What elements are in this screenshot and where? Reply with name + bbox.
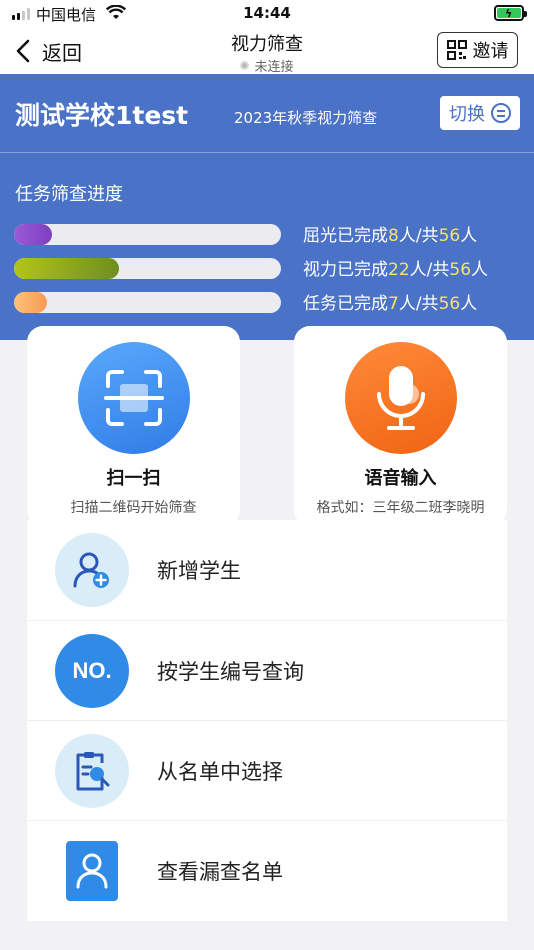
number-badge-text: NO.	[72, 657, 112, 683]
clock: 14:44	[243, 4, 291, 22]
nav-bar: 返回 视力筛查 未连接 邀请	[0, 28, 534, 75]
progress-prefix: 任务已完成	[303, 294, 388, 314]
progress-title: 任务筛查进度	[15, 184, 123, 205]
screening-header: 测试学校1test 2023年秋季视力筛查 切换 任务筛查进度 屈光已完成8人/…	[0, 74, 534, 340]
campaign-name: 2023年秋季视力筛查	[234, 109, 378, 127]
search-by-number-label: 按学生编号查询	[157, 659, 304, 684]
select-from-list-label: 从名单中选择	[157, 759, 283, 784]
divider	[0, 152, 534, 153]
scan-desc: 扫描二维码开始筛查	[70, 500, 197, 516]
list-search-icon	[55, 733, 129, 808]
missed-list-item[interactable]: 查看漏查名单	[27, 820, 507, 920]
progress-mid: 人/共	[398, 226, 439, 246]
progress-suffix: 人	[471, 260, 489, 280]
qrcode-icon	[446, 40, 467, 60]
select-from-list-item[interactable]: 从名单中选择	[27, 720, 507, 820]
progress-prefix: 视力已完成	[303, 260, 388, 280]
switch-button[interactable]: 切换	[440, 96, 520, 130]
school-name: 测试学校1test	[15, 101, 189, 130]
progress-prefix: 屈光已完成	[303, 226, 388, 246]
progress-text: 任务已完成7人/共56人	[303, 289, 477, 314]
voice-input-title: 语音输入	[364, 468, 437, 489]
progress-mid: 人/共	[409, 260, 450, 280]
status-dot-icon	[240, 61, 250, 70]
switch-label: 切换	[449, 104, 485, 125]
voice-input-desc: 格式如：三年级二班李晓明	[316, 500, 485, 516]
connection-status-text: 未连接	[254, 60, 294, 75]
progress-row-refraction: 屈光已完成8人/共56人	[14, 220, 524, 246]
progress-fill	[14, 292, 48, 313]
progress-fill	[14, 224, 53, 245]
invite-button[interactable]: 邀请	[437, 32, 518, 68]
invite-label: 邀请	[472, 41, 509, 62]
switch-icon	[491, 103, 511, 123]
progress-done: 7	[388, 294, 399, 314]
microphone-icon	[344, 342, 457, 454]
progress-done: 8	[388, 226, 399, 246]
scan-card[interactable]: 扫一扫 扫描二维码开始筛查	[27, 326, 240, 526]
progress-total: 56	[438, 226, 461, 246]
progress-suffix: 人	[460, 226, 478, 246]
scan-title: 扫一扫	[106, 468, 161, 489]
progress-track	[14, 258, 281, 279]
progress-mid: 人/共	[398, 294, 439, 314]
progress-suffix: 人	[460, 294, 478, 314]
battery-icon: ϟ	[494, 5, 527, 21]
status-bar: 中国电信 14:44 ϟ	[0, 0, 534, 28]
voice-input-card[interactable]: 语音输入 格式如：三年级二班李晓明	[294, 326, 507, 526]
progress-track	[14, 224, 281, 245]
add-student-label: 新增学生	[157, 559, 241, 583]
add-user-icon	[55, 533, 129, 607]
progress-row-vision: 视力已完成22人/共56人	[14, 254, 524, 280]
progress-fill	[14, 258, 119, 279]
progress-total: 56	[449, 260, 472, 280]
action-list: 新增学生 NO. 按学生编号查询 从名单中选择 查看漏查名单	[27, 520, 507, 921]
search-by-number-item[interactable]: NO. 按学生编号查询	[27, 620, 507, 720]
progress-done: 22	[388, 260, 410, 280]
add-student-item[interactable]: 新增学生	[27, 520, 507, 620]
missed-list-label: 查看漏查名单	[157, 859, 283, 884]
progress-text: 视力已完成22人/共56人	[303, 255, 488, 280]
user-card-icon	[55, 834, 129, 908]
progress-total: 56	[438, 294, 461, 314]
progress-row-task: 任务已完成7人/共56人	[14, 288, 524, 314]
number-badge-icon: NO.	[55, 633, 129, 708]
progress-track	[14, 292, 281, 313]
progress-text: 屈光已完成8人/共56人	[303, 221, 477, 246]
scan-icon	[77, 342, 190, 454]
